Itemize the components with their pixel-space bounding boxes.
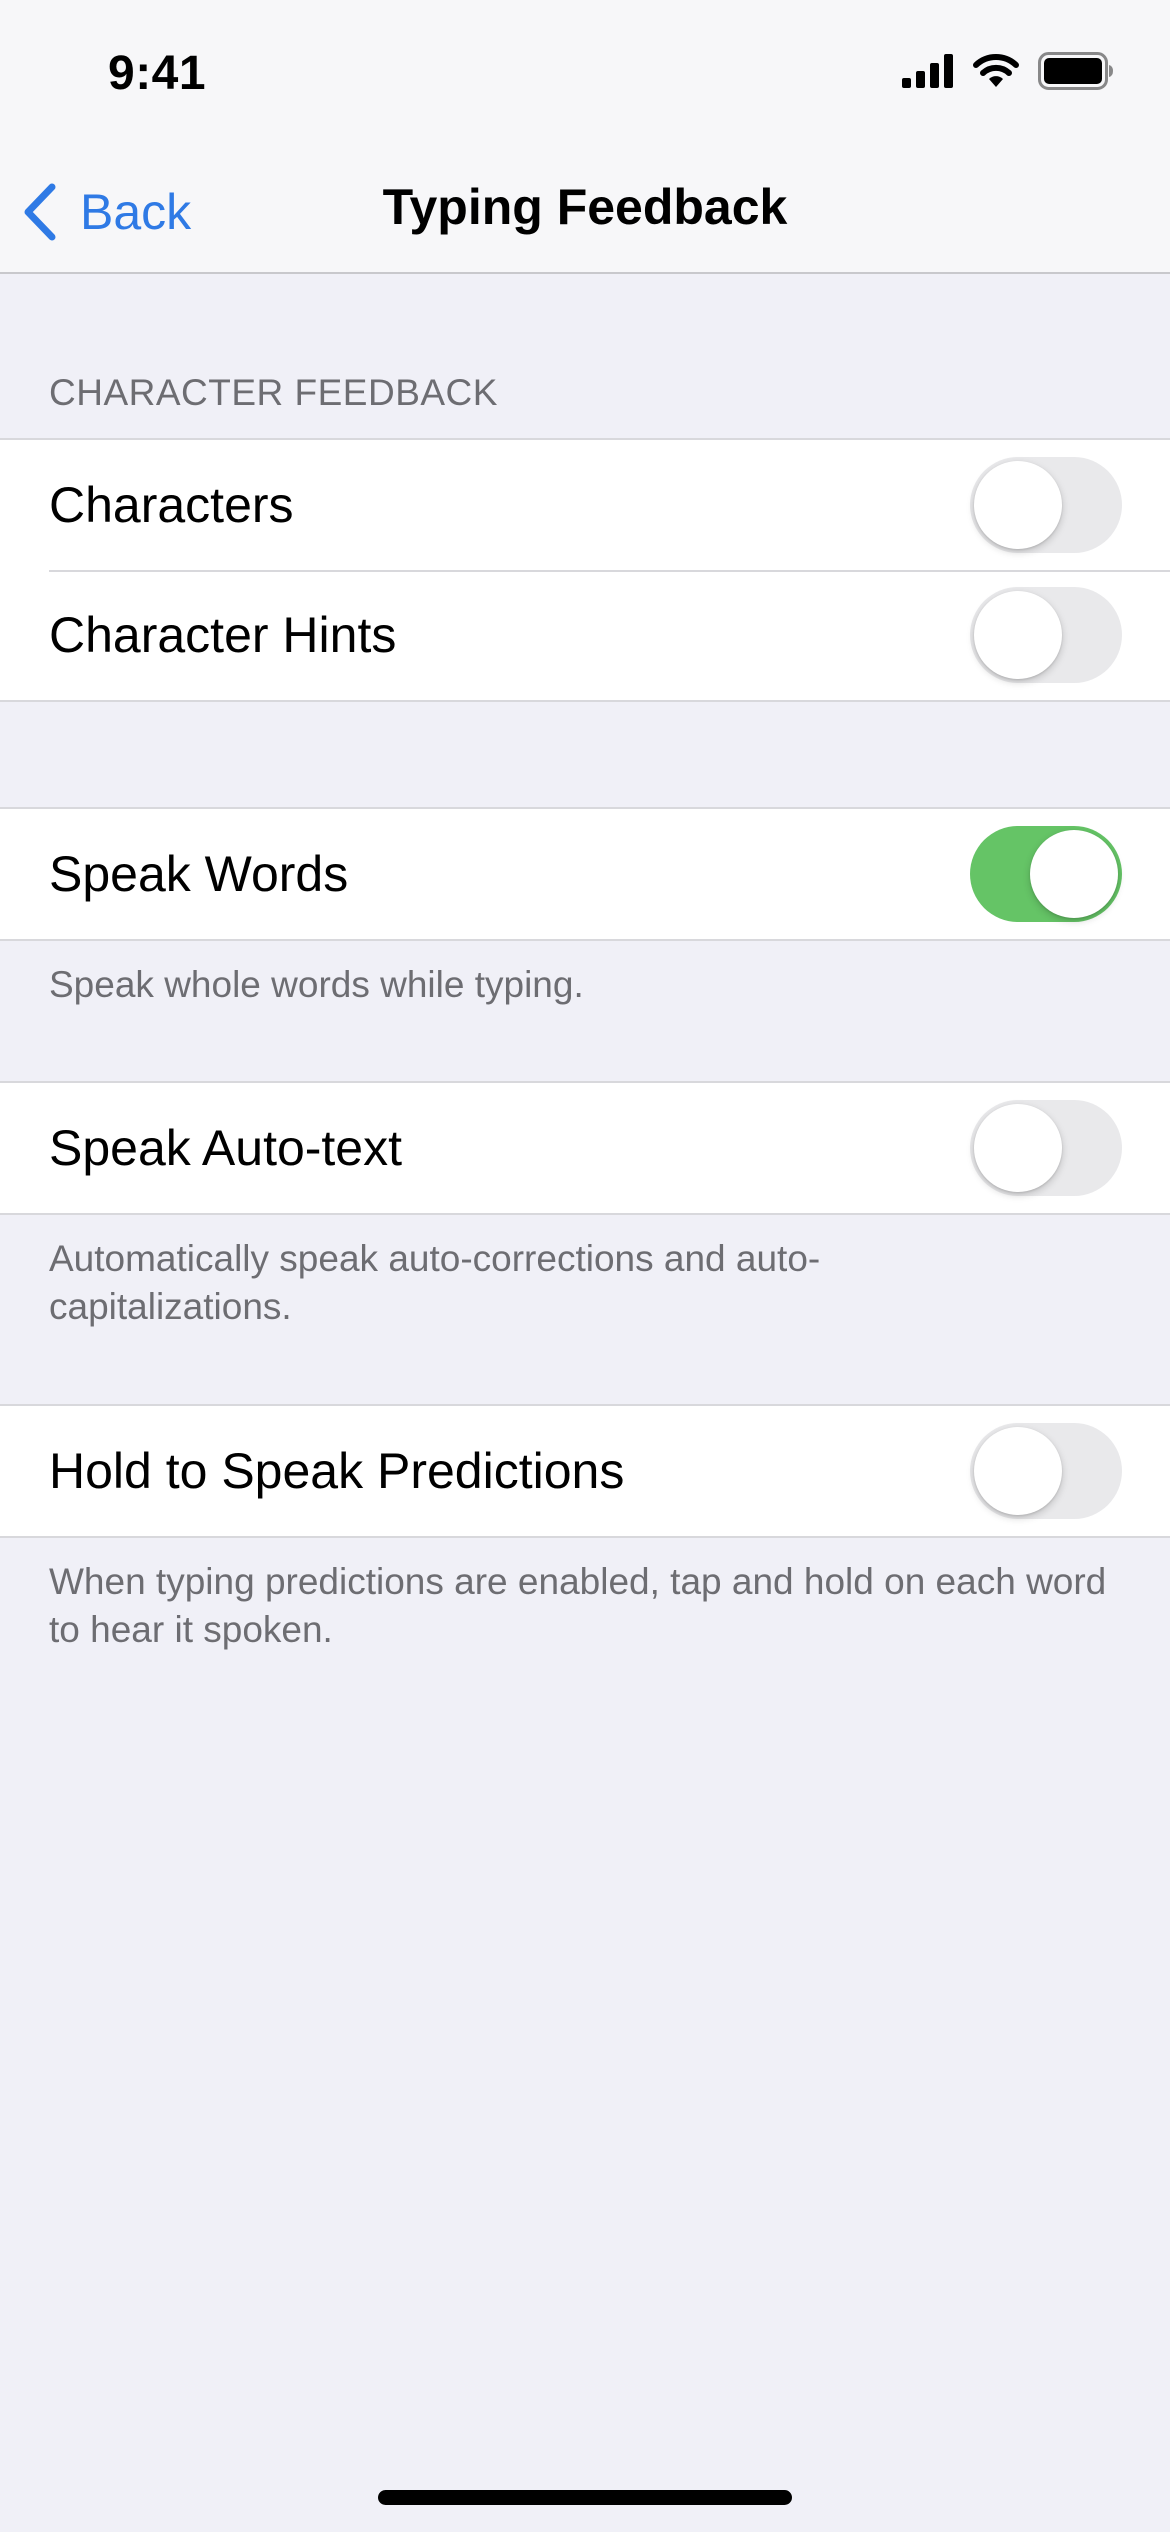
toggle-knob xyxy=(974,461,1062,549)
character-hints-toggle[interactable] xyxy=(970,587,1122,683)
row-hold-to-speak-predictions: Hold to Speak Predictions xyxy=(0,1406,1170,1536)
home-indicator[interactable] xyxy=(378,2490,792,2505)
row-label: Character Hints xyxy=(49,607,397,663)
wifi-icon xyxy=(973,54,1019,87)
row-label: Speak Words xyxy=(49,846,349,902)
characters-toggle[interactable] xyxy=(970,457,1122,553)
row-label: Speak Auto-text xyxy=(49,1120,403,1176)
toggle-knob xyxy=(974,1427,1062,1515)
section-header-character-feedback: CHARACTER FEEDBACK xyxy=(49,372,498,413)
speak-words-toggle[interactable] xyxy=(970,826,1122,922)
cellular-signal-icon xyxy=(902,54,953,88)
battery-icon xyxy=(1038,52,1113,90)
row-label: Hold to Speak Predictions xyxy=(49,1443,625,1499)
hold-to-speak-predictions-group: Hold to Speak Predictions xyxy=(0,1404,1170,1538)
toggle-knob xyxy=(974,591,1062,679)
hold-to-speak-predictions-footer: When typing predictions are enabled, tap… xyxy=(49,1561,1107,1650)
character-feedback-group: Characters Character Hints xyxy=(0,438,1170,702)
row-speak-words: Speak Words xyxy=(0,809,1170,939)
status-bar: 9:41 xyxy=(0,0,1170,150)
row-characters: Characters xyxy=(0,440,1170,570)
row-speak-auto-text: Speak Auto-text xyxy=(0,1083,1170,1213)
toggle-knob xyxy=(974,1104,1062,1192)
status-time: 9:41 xyxy=(108,47,207,100)
speak-auto-text-toggle[interactable] xyxy=(970,1100,1122,1196)
status-icons xyxy=(902,52,1114,90)
speak-auto-text-footer: Automatically speak auto-corrections and… xyxy=(49,1238,821,1327)
hold-to-speak-predictions-toggle[interactable] xyxy=(970,1423,1122,1519)
speak-auto-text-group: Speak Auto-text xyxy=(0,1081,1170,1215)
row-label: Characters xyxy=(49,477,294,533)
speak-words-footer: Speak whole words while typing. xyxy=(49,964,584,1005)
toggle-knob xyxy=(1030,830,1118,918)
navigation-bar: Back Typing Feedback xyxy=(0,150,1170,274)
row-character-hints: Character Hints xyxy=(0,570,1170,700)
speak-words-group: Speak Words xyxy=(0,807,1170,941)
page-title: Typing Feedback xyxy=(382,179,788,235)
